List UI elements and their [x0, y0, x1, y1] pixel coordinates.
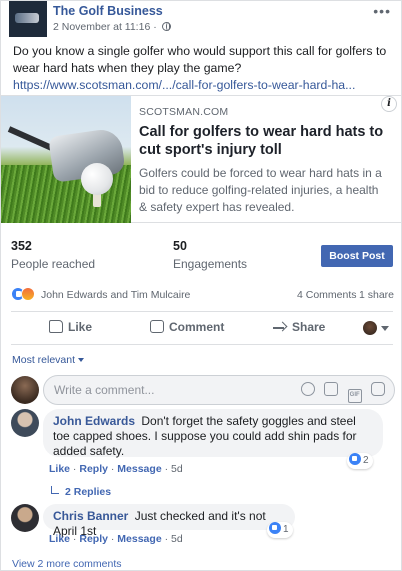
- post-link[interactable]: https://www.scotsman.com/.../call-for-go…: [13, 78, 355, 92]
- comment-author-link[interactable]: Chris Banner: [53, 509, 128, 523]
- facebook-post-card: The Golf Business 2 November at 11:16 · …: [0, 0, 402, 571]
- preview-title[interactable]: Call for golfers to wear hard hats to cu…: [139, 123, 389, 159]
- engagements-label: Engagements: [173, 257, 248, 271]
- comment-reply-link[interactable]: Reply: [79, 463, 108, 475]
- comment-bubble: John Edwards Don't forget the safety gog…: [43, 409, 383, 458]
- reaction-count: 2: [363, 455, 369, 466]
- preview-description: Golfers could be forced to wear hard hat…: [139, 166, 382, 214]
- share-count-link[interactable]: 1 share: [359, 289, 394, 301]
- replies-label: 2 Replies: [65, 486, 112, 498]
- comment-like-link[interactable]: Like: [49, 533, 70, 545]
- emoji-icon[interactable]: [300, 382, 315, 396]
- comment-actions: Like · Reply · Message · 5d: [49, 533, 183, 545]
- commenter-avatar[interactable]: [11, 504, 39, 532]
- chevron-down-icon: [78, 358, 85, 362]
- comment-icon: [150, 320, 164, 333]
- preview-image[interactable]: [1, 96, 131, 223]
- more-options-icon[interactable]: •••: [373, 3, 391, 19]
- sort-label: Most relevant: [12, 354, 76, 366]
- comment-message-link[interactable]: Message: [117, 463, 161, 475]
- globe-icon: [161, 22, 171, 31]
- info-icon[interactable]: i: [381, 96, 397, 112]
- comment-like-link[interactable]: Like: [49, 463, 70, 475]
- gif-icon[interactable]: GIF: [347, 389, 362, 403]
- comment-message-link[interactable]: Message: [117, 533, 161, 545]
- share-button[interactable]: Share: [273, 320, 325, 334]
- preview-domain: SCOTSMAN.COM: [139, 106, 229, 118]
- chevron-down-icon: [381, 326, 389, 331]
- page-avatar[interactable]: [9, 1, 47, 37]
- like-label: Like: [68, 320, 93, 334]
- action-bar: Like Comment Share: [11, 311, 393, 345]
- people-reached-stat: 352 People reached: [11, 239, 95, 271]
- like-reaction-icon: [269, 522, 281, 534]
- comment-sort-dropdown[interactable]: Most relevant: [12, 354, 85, 366]
- post-timestamp[interactable]: 2 November at 11:16 ·: [53, 21, 171, 33]
- post-as-selector[interactable]: [363, 320, 393, 336]
- angry-reaction-icon: [21, 287, 35, 301]
- reaction-icons[interactable]: [11, 287, 37, 301]
- comment-button[interactable]: Comment: [150, 320, 224, 334]
- reactors-names[interactable]: John Edwards and Tim Mulcaire: [41, 289, 190, 301]
- like-reaction-icon: [349, 453, 361, 465]
- comment-bubble: Chris Banner Just checked and it's not A…: [43, 504, 295, 538]
- reaction-count: 1: [283, 524, 289, 535]
- camera-icon[interactable]: [324, 382, 339, 396]
- comment-age[interactable]: 5d: [171, 463, 183, 475]
- thumbs-up-icon: [49, 320, 63, 333]
- composer-tools: GIF: [295, 382, 385, 403]
- engagements-value: 50: [173, 239, 187, 253]
- comment-reply-link[interactable]: Reply: [79, 533, 108, 545]
- sticker-icon[interactable]: [371, 382, 385, 396]
- comment-item: Chris Banner Just checked and it's not A…: [11, 504, 395, 546]
- comment-author-link[interactable]: John Edwards: [53, 414, 135, 428]
- like-button[interactable]: Like: [49, 320, 92, 334]
- link-preview[interactable]: SCOTSMAN.COM Call for golfers to wear ha…: [1, 95, 401, 223]
- golf-ball-graphic: [81, 163, 113, 195]
- comment-actions: Like · Reply · Message · 5d: [49, 463, 183, 475]
- comment-label: Comment: [169, 320, 225, 334]
- post-text: Do you know a single golfer who would su…: [13, 44, 387, 75]
- reactions-summary: John Edwards and Tim Mulcaire 4 Comments…: [1, 285, 401, 305]
- commenter-avatar[interactable]: [11, 409, 39, 437]
- view-more-comments-link[interactable]: View 2 more comments: [12, 558, 122, 570]
- comment-item: John Edwards Don't forget the safety gog…: [11, 409, 395, 479]
- comment-age[interactable]: 5d: [171, 533, 183, 545]
- reply-arrow-icon: [51, 486, 59, 494]
- post-header: The Golf Business 2 November at 11:16 · …: [1, 1, 401, 39]
- view-replies-link[interactable]: 2 Replies: [51, 486, 111, 498]
- tee-graphic: [93, 193, 101, 207]
- share-icon: [273, 321, 287, 333]
- user-avatar[interactable]: [11, 376, 39, 404]
- comment-composer: GIF: [11, 375, 395, 405]
- comment-reaction-badge[interactable]: 1: [267, 522, 293, 538]
- timestamp-text[interactable]: 2 November at 11:16 ·: [53, 21, 157, 33]
- share-label: Share: [292, 320, 326, 334]
- post-body: Do you know a single golfer who would su…: [1, 39, 401, 99]
- page-mini-avatar: [363, 321, 377, 335]
- comment-count-link[interactable]: 4 Comments: [297, 289, 357, 301]
- boost-post-button[interactable]: Boost Post: [321, 245, 393, 267]
- people-reached-label: People reached: [11, 257, 96, 271]
- post-insights: 352 People reached 50 Engagements Boost …: [1, 233, 401, 277]
- page-name-link[interactable]: The Golf Business: [53, 4, 163, 18]
- people-reached-value: 352: [11, 239, 32, 253]
- engagements-stat: 50 Engagements: [173, 239, 247, 271]
- comment-reaction-badge[interactable]: 2: [347, 453, 373, 469]
- preview-info[interactable]: SCOTSMAN.COM Call for golfers to wear ha…: [139, 106, 389, 216]
